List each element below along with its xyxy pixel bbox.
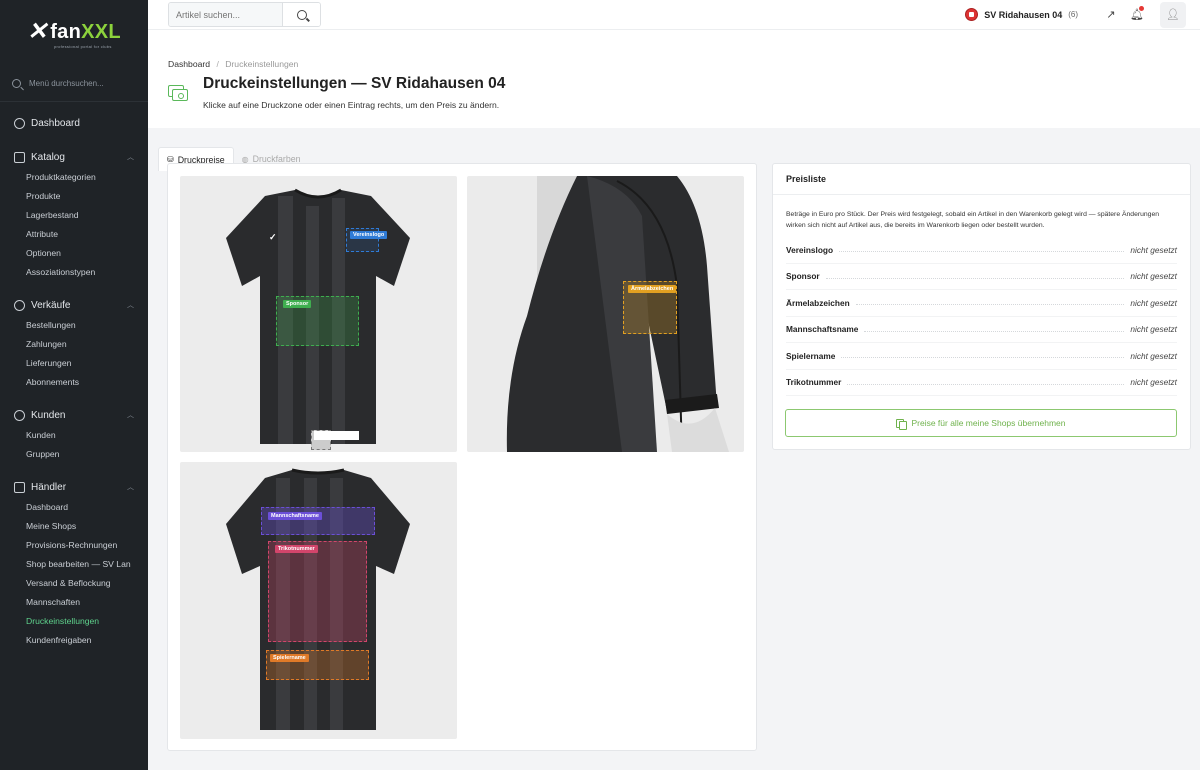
apply-prices-all-shops-button[interactable]: Preise für alle meine Shops übernehmen [785,409,1177,437]
sidebar-item-versand-beflockung[interactable]: Versand & Beflockung [0,574,148,593]
search-button[interactable] [282,3,320,26]
price-list: Vereinslogo nicht gesetzt Sponsor nicht ge… [773,231,1190,396]
main-area: SV Ridahausen 04 (6) ↗ 🔔︎ 👤︎ Dashboard /… [148,0,1200,770]
breadcrumb: Dashboard / Druckeinstellungen [168,59,299,69]
search-icon [12,79,21,88]
print-zones-canvas: ✓ Vereinslogo Sponsor Ärmelabzeichen Man… [167,163,757,751]
price-list-title: Preisliste [773,164,1190,195]
sidebar-item-attribute[interactable]: Attribute [0,225,148,244]
sidebar-item-meine-shops[interactable]: Meine Shops [0,517,148,536]
page-subtitle: Klicke auf eine Druckzone oder einen Ein… [203,100,500,110]
external-link-icon[interactable]: ↗ [1098,2,1124,28]
sidebar-item-assoziationstypen[interactable]: Assoziationstypen [0,263,148,282]
price-list-panel: Preisliste Beträge in Euro pro Stück. De… [772,163,1191,450]
shop-name: SV Ridahausen 04 [984,9,1063,20]
sidebar-item-produktkategorien[interactable]: Produktkategorien [0,168,148,187]
club-emblem-icon [965,8,979,21]
jersey-back-image: Mannschaftsname Trikotnummer Spielername [180,462,457,739]
price-row-aermelabzeichen[interactable]: Ärmelabzeichen nicht gesetzt [786,290,1177,317]
topbar: SV Ridahausen 04 (6) ↗ 🔔︎ 👤︎ [148,0,1200,30]
nav-group-verkaeufe: Verkäufe ︿ Bestellungen Zahlungen Liefer… [0,294,148,392]
sidebar-item-kundenfreigaben[interactable]: Kundenfreigaben [0,631,148,650]
sidebar-item-haendler-dashboard[interactable]: Dashboard [0,498,148,517]
sidebar-item-produkte[interactable]: Produkte [0,187,148,206]
hand-icon [14,299,25,311]
article-search [168,2,321,27]
sidebar-item-dashboard[interactable]: Dashboard [0,112,148,134]
chevron-up-icon: ︿ [127,412,134,419]
zone-sponsor[interactable]: Sponsor [276,296,359,346]
sidebar-item-abonnements[interactable]: Abonnements [0,373,148,392]
front-neck-label-blank [314,431,359,440]
sidebar-item-lagerbestand[interactable]: Lagerbestand [0,206,148,225]
sidebar-group-katalog[interactable]: Katalog ︿ [0,146,148,168]
price-row-sponsor[interactable]: Sponsor nicht gesetzt [786,264,1177,290]
sidebar-search-placeholder: Menü durchsuchen... [29,79,104,88]
user-icon: 👤︎ [1166,9,1180,21]
price-list-description: Beträge in Euro pro Stück. Der Preis wir… [786,211,1160,229]
nav-group-haendler: Händler ︿ Dashboard Meine Shops Provisio… [0,476,148,650]
sidebar-item-zahlungen[interactable]: Zahlungen [0,335,148,354]
sidebar: ✕ fanXXL professional portal for clubs M… [0,0,148,770]
sidebar-item-lieferungen[interactable]: Lieferungen [0,354,148,373]
article-search-input[interactable] [169,3,282,26]
sidebar-nav: Dashboard Katalog ︿ Produktkategorien Pr… [0,102,148,650]
store-icon [14,481,25,493]
sidebar-item-kunden[interactable]: Kunden [0,426,148,445]
catalog-icon [14,151,25,163]
price-row-trikotnummer[interactable]: Trikotnummer nicht gesetzt [786,370,1177,396]
brand-logo[interactable]: ✕ fanXXL professional portal for clubs [0,0,148,64]
brand-tagline: professional portal for clubs [54,44,112,49]
jersey-side-graphic [506,176,729,452]
zone-trikotnummer[interactable]: Trikotnummer [268,541,367,642]
sidebar-search[interactable]: Menü durchsuchen... [0,66,148,102]
jersey-side-image: Ärmelabzeichen [467,176,744,452]
sidebar-item-provisions-rechnungen[interactable]: Provisions-Rechnungen [0,536,148,555]
bell-icon[interactable]: 🔔︎ [1124,2,1150,28]
sidebar-item-gruppen[interactable]: Gruppen [0,445,148,464]
sidebar-item-bestellungen[interactable]: Bestellungen [0,316,148,335]
sidebar-group-haendler[interactable]: Händler ︿ [0,476,148,498]
sidebar-item-shop-bearbeiten[interactable]: Shop bearbeiten — SV Lan [0,555,148,574]
chevron-up-icon: ︿ [127,302,134,309]
price-row-vereinslogo[interactable]: Vereinslogo nicht gesetzt [786,237,1177,264]
sidebar-group-kunden[interactable]: Kunden ︿ [0,404,148,426]
zone-vereinslogo[interactable]: Vereinslogo [346,228,388,252]
sidebar-item-mannschaften[interactable]: Mannschaften [0,593,148,612]
page-header: Dashboard / Druckeinstellungen Druckeins… [148,30,1200,128]
zone-aermelabzeichen[interactable]: Ärmelabzeichen [623,281,677,334]
jersey-front-image: ✓ Vereinslogo Sponsor [180,176,457,452]
chevron-up-icon: ︿ [127,484,134,491]
dashboard-icon [14,117,25,129]
zone-spielername[interactable]: Spielername [266,650,369,680]
price-row-mannschaftsname[interactable]: Mannschaftsname nicht gesetzt [786,317,1177,343]
breadcrumb-current: Druckeinstellungen [225,59,299,69]
nav-group-katalog: Katalog ︿ Produktkategorien Produkte Lag… [0,146,148,282]
logo-x-icon: ✕ [27,18,48,45]
print-money-icon [168,82,190,104]
user-avatar[interactable]: 👤︎ [1160,1,1186,28]
copy-icon [896,418,908,430]
zone-mannschaftsname[interactable]: Mannschaftsname [261,507,375,535]
notification-dot [1139,5,1144,11]
price-row-spielername[interactable]: Spielername nicht gesetzt [786,343,1177,370]
chevron-up-icon: ︿ [127,154,134,161]
shop-switcher[interactable]: SV Ridahausen 04 (6) [965,8,1078,21]
search-icon [296,9,307,20]
sidebar-item-druckeinstellungen[interactable]: Druckeinstellungen [0,612,148,631]
sidebar-group-verkaeufe[interactable]: Verkäufe ︿ [0,294,148,316]
shop-count: (6) [1068,10,1078,19]
breadcrumb-home[interactable]: Dashboard [168,59,210,69]
nav-group-kunden: Kunden ︿ Kunden Gruppen [0,404,148,464]
page-title: Druckeinstellungen — SV Ridahausen 04 [203,75,506,92]
users-icon [14,409,25,421]
sidebar-item-optionen[interactable]: Optionen [0,244,148,263]
svg-text:✓: ✓ [269,232,277,242]
